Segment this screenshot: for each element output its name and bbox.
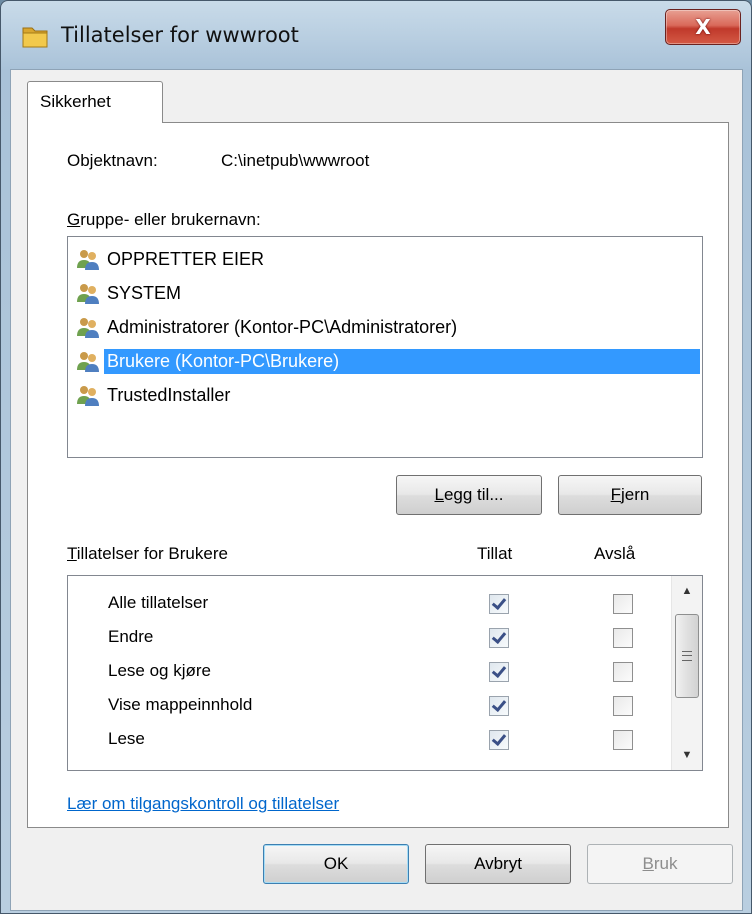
remove-button-rest: jern	[621, 485, 650, 504]
list-item-label: SYSTEM	[107, 282, 182, 303]
list-item-label: OPPRETTER EIER	[107, 248, 265, 269]
close-button[interactable]: X	[665, 9, 741, 45]
add-button[interactable]: Legg til...	[396, 475, 542, 515]
list-item-label: Administratorer (Kontor-PC\Administrator…	[107, 316, 458, 337]
help-link[interactable]: Lær om tilgangskontroll og tillatelser	[67, 794, 339, 814]
user-group-icon	[77, 352, 99, 372]
grip-icon	[682, 651, 692, 661]
permissions-dialog: Tillatelser for wwwroot X Sikkerhet Obje…	[0, 0, 752, 914]
list-item-label: TrustedInstaller	[107, 384, 231, 405]
table-row: Endre	[68, 619, 668, 655]
cancel-button[interactable]: Avbryt	[425, 844, 571, 884]
allow-checkbox[interactable]	[489, 696, 509, 716]
ok-button-label: OK	[323, 854, 349, 873]
allow-checkbox[interactable]	[489, 662, 509, 682]
list-item-label: Brukere (Kontor-PC\Brukere)	[104, 348, 700, 374]
groups-label: Gruppe- eller brukernavn:	[67, 210, 261, 230]
permission-name: Alle tillatelser	[108, 593, 209, 612]
list-item[interactable]: TrustedInstaller	[76, 379, 700, 411]
scroll-thumb[interactable]	[675, 614, 699, 698]
add-button-rest: egg til...	[443, 485, 504, 504]
deny-checkbox[interactable]	[613, 662, 633, 682]
list-item[interactable]: SYSTEM	[76, 277, 700, 309]
scroll-down-icon[interactable]: ▼	[672, 740, 702, 770]
remove-button-accel: F	[610, 485, 622, 504]
permission-name: Lese og kjøre	[108, 661, 211, 680]
folder-icon	[22, 27, 48, 48]
object-name-label: Objektnavn:	[67, 151, 158, 170]
apply-button[interactable]: Bruk	[587, 844, 733, 884]
groups-label-accel: G	[67, 210, 81, 229]
permissions-label-rest: illatelser for Brukere	[76, 544, 228, 563]
deny-checkbox[interactable]	[613, 628, 633, 648]
apply-button-accel: B	[642, 854, 654, 873]
close-icon: X	[695, 15, 711, 39]
user-group-icon	[77, 250, 99, 270]
allow-column-header: Tillat	[477, 544, 513, 563]
user-group-icon	[77, 318, 99, 338]
permissions-label: Tillatelser for Brukere	[67, 544, 228, 564]
allow-checkbox[interactable]	[489, 594, 509, 614]
permission-name: Endre	[108, 627, 154, 646]
permissions-scrollbar[interactable]: ▲ ▼	[671, 576, 702, 770]
scroll-up-icon[interactable]: ▲	[672, 576, 702, 606]
list-item-selected[interactable]: Brukere (Kontor-PC\Brukere)	[76, 345, 700, 377]
tab-security[interactable]: Sikkerhet	[27, 81, 163, 123]
tab-label: Sikkerhet	[40, 92, 111, 111]
groups-label-rest: ruppe- eller brukernavn:	[80, 210, 261, 229]
title-bar[interactable]: Tillatelser for wwwroot X	[1, 1, 751, 69]
window-title: Tillatelser for wwwroot	[61, 23, 299, 47]
deny-checkbox[interactable]	[613, 696, 633, 716]
permission-name: Vise mappeinnhold	[108, 695, 253, 714]
permissions-list[interactable]: Alle tillatelser Endre Lese og kjøre Vis…	[67, 575, 703, 771]
user-group-icon	[77, 284, 99, 304]
permission-name: Lese	[108, 729, 145, 748]
deny-checkbox[interactable]	[613, 594, 633, 614]
allow-checkbox[interactable]	[489, 730, 509, 750]
group-user-list[interactable]: OPPRETTER EIER SYSTEM Administratorer (K…	[67, 236, 703, 458]
table-row: Lese og kjøre	[68, 653, 668, 689]
permissions-label-accel: T	[67, 544, 77, 563]
table-row: Lese	[68, 721, 668, 757]
allow-checkbox[interactable]	[489, 628, 509, 648]
apply-button-rest: ruk	[653, 854, 678, 873]
ok-button[interactable]: OK	[263, 844, 409, 884]
remove-button[interactable]: Fjern	[558, 475, 702, 515]
user-group-icon	[77, 386, 99, 406]
table-row: Vise mappeinnhold	[68, 687, 668, 723]
list-item[interactable]: OPPRETTER EIER	[76, 243, 700, 275]
deny-checkbox[interactable]	[613, 730, 633, 750]
cancel-button-label: Avbryt	[474, 854, 522, 873]
list-item[interactable]: Administratorer (Kontor-PC\Administrator…	[76, 311, 700, 343]
deny-column-header: Avslå	[594, 544, 636, 563]
table-row: Alle tillatelser	[68, 585, 668, 621]
object-name-value: C:\inetpub\wwwroot	[221, 151, 370, 170]
add-button-accel: L	[434, 485, 444, 504]
